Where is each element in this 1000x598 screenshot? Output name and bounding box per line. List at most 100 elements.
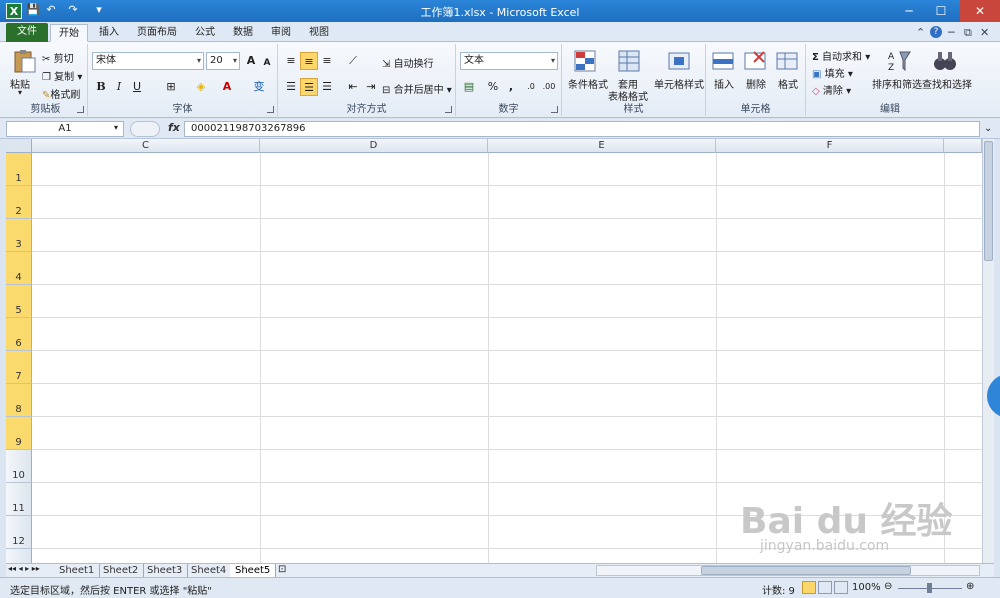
cell-styles-icon[interactable] [666, 48, 692, 74]
insert-sheet-icon[interactable]: ⊡ [278, 564, 286, 575]
cut-button[interactable]: ✂ 剪切 [42, 50, 74, 65]
zoom-in-icon[interactable]: ⊕ [966, 581, 974, 592]
bold-button[interactable]: B [92, 78, 110, 96]
increase-decimal-button[interactable]: .0 [522, 78, 540, 96]
font-size-combo[interactable]: 20 ▾ [206, 52, 240, 70]
alignment-launcher-icon[interactable] [445, 106, 452, 113]
number-launcher-icon[interactable] [551, 106, 558, 113]
tab-home[interactable]: 开始 [50, 24, 88, 42]
normal-view-icon[interactable] [802, 581, 816, 594]
tab-file[interactable]: 文件 [6, 23, 48, 42]
shrink-font-button[interactable]: A [258, 54, 276, 72]
sheet-tab-4[interactable]: Sheet4 [186, 564, 233, 577]
paste-icon[interactable] [12, 48, 38, 74]
insert-cells-icon[interactable] [710, 48, 736, 74]
row-header-1[interactable]: 1 [6, 153, 32, 186]
align-top-icon[interactable]: ≡ [282, 52, 300, 70]
sheet-tab-2[interactable]: Sheet2 [98, 564, 145, 577]
delete-cells-button[interactable]: 删除 [746, 76, 766, 91]
row-header-11[interactable]: 11 [6, 483, 32, 516]
number-format-combo[interactable]: 文本 ▾ [460, 52, 558, 70]
row-header-13[interactable] [6, 549, 32, 563]
binoculars-icon[interactable] [932, 48, 958, 74]
horizontal-scroll-thumb[interactable] [701, 566, 911, 575]
conditional-format-button[interactable]: 条件格式 [568, 76, 608, 91]
clear-button[interactable]: ◇ 清除 ▾ [812, 82, 851, 97]
phonetic-button[interactable]: 变 [250, 78, 268, 96]
sheet-tab-1[interactable]: Sheet1 [54, 564, 101, 577]
row-header-8[interactable]: 8 [6, 384, 32, 417]
ribbon-minimize-icon[interactable]: ─ [948, 26, 955, 39]
row-header-4[interactable]: 4 [6, 252, 32, 285]
merge-center-button[interactable]: ⊟ 合并后居中 ▾ [382, 81, 452, 96]
increase-indent-icon[interactable]: ⇥ [362, 78, 380, 96]
row-header-2[interactable]: 2 [6, 186, 32, 219]
horizontal-scrollbar[interactable] [596, 565, 980, 576]
font-launcher-icon[interactable] [267, 106, 274, 113]
clipboard-launcher-icon[interactable] [77, 106, 84, 113]
row-header-12[interactable]: 12 [6, 516, 32, 549]
row-header-7[interactable]: 7 [6, 351, 32, 384]
close-button[interactable]: ✕ [960, 0, 1000, 22]
decrease-decimal-button[interactable]: .00 [540, 78, 558, 96]
select-all-corner[interactable] [6, 139, 32, 153]
maximize-button[interactable]: ☐ [926, 0, 956, 22]
row-header-5[interactable]: 5 [6, 285, 32, 318]
row-header-3[interactable]: 3 [6, 219, 32, 252]
sheet-nav-icon[interactable]: ◂◂ ◂ ▸ ▸▸ [8, 564, 40, 573]
insert-cells-button[interactable]: 插入 [714, 76, 734, 91]
zoom-slider-thumb[interactable] [927, 583, 932, 593]
page-break-view-icon[interactable] [834, 581, 848, 594]
row-header-6[interactable]: 6 [6, 318, 32, 351]
expand-formula-icon[interactable]: ⌄ [984, 123, 992, 134]
conditional-format-icon[interactable] [572, 48, 598, 74]
tab-data[interactable]: 数据 [226, 24, 260, 42]
tab-view[interactable]: 视图 [302, 24, 336, 42]
orientation-icon[interactable]: ⟋ [344, 52, 362, 70]
ribbon-restore-icon[interactable]: ⧉ [964, 26, 972, 40]
tab-page-layout[interactable]: 页面布局 [130, 24, 184, 42]
help-icon[interactable]: ? [930, 26, 942, 38]
column-header-g[interactable] [944, 139, 982, 153]
sort-filter-icon[interactable]: AZ [886, 48, 912, 74]
format-cells-button[interactable]: 格式 [778, 76, 798, 91]
wrap-text-button[interactable]: ⇲ 自动换行 [382, 55, 434, 70]
sheet-tab-5[interactable]: Sheet5 [230, 564, 277, 577]
insert-function-button[interactable]: fx [168, 121, 180, 134]
format-painter-button[interactable]: ✎格式刷 [42, 86, 80, 101]
sort-filter-button[interactable]: 排序和筛选 [872, 76, 922, 91]
paste-dropdown-icon[interactable]: ▾ [18, 88, 22, 97]
collapse-ribbon-icon[interactable]: ⌃ [916, 26, 925, 39]
vertical-scroll-thumb[interactable] [984, 141, 993, 261]
currency-icon[interactable]: ▤ [460, 78, 478, 96]
decrease-indent-icon[interactable]: ⇤ [344, 78, 362, 96]
column-header-c[interactable]: C [32, 139, 260, 153]
align-right-icon[interactable]: ☰ [318, 78, 336, 96]
find-select-button[interactable]: 查找和选择 [922, 76, 972, 91]
underline-button[interactable]: U [128, 78, 146, 96]
align-left-icon[interactable]: ☰ [282, 78, 300, 96]
name-box-dropdown-icon[interactable]: ▾ [114, 123, 118, 132]
font-name-combo[interactable]: 宋体 ▾ [92, 52, 204, 70]
fill-color-icon[interactable]: ◈ [192, 78, 210, 96]
table-format-icon[interactable] [616, 48, 642, 74]
name-box[interactable]: A1 [6, 121, 124, 137]
tab-formulas[interactable]: 公式 [188, 24, 222, 42]
italic-button[interactable]: I [110, 78, 128, 96]
fill-button[interactable]: ▣ 填充 ▾ [812, 65, 853, 80]
align-middle-icon[interactable]: ≡ [300, 52, 318, 70]
formula-input[interactable]: 000021198703267896 [184, 121, 980, 137]
zoom-out-icon[interactable]: ⊖ [884, 581, 892, 592]
format-cells-icon[interactable] [774, 48, 800, 74]
autosum-button[interactable]: Σ 自动求和 ▾ [812, 48, 870, 63]
zoom-level[interactable]: 100% [852, 582, 881, 593]
column-header-e[interactable]: E [488, 139, 716, 153]
column-header-f[interactable]: F [716, 139, 944, 153]
row-header-10[interactable]: 10 [6, 450, 32, 483]
align-center-icon[interactable]: ☰ [300, 78, 318, 96]
column-header-d[interactable]: D [260, 139, 488, 153]
tab-review[interactable]: 审阅 [264, 24, 298, 42]
sheet-tab-3[interactable]: Sheet3 [142, 564, 189, 577]
ribbon-close-icon[interactable]: ✕ [980, 26, 989, 39]
delete-cells-icon[interactable] [742, 48, 768, 74]
